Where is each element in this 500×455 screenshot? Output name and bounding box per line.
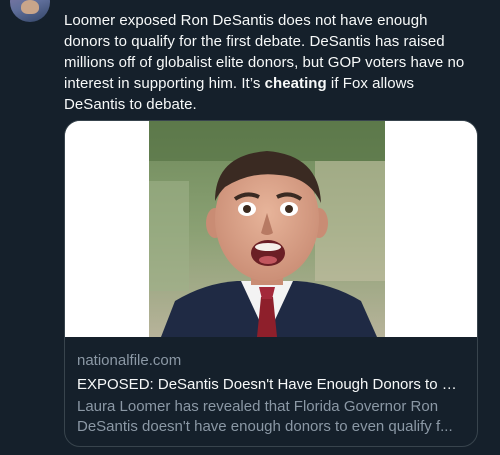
tweet-text: Loomer exposed Ron DeSantis does not hav… <box>64 10 484 115</box>
card-domain: nationalfile.com <box>77 352 182 369</box>
tweet-text-line-4-end: if Fox allows <box>326 75 415 92</box>
news-photo-image <box>65 121 477 337</box>
card-info: nationalfile.com EXPOSED: DeSantis Doesn… <box>77 351 465 437</box>
avatar-face-icon <box>21 0 39 14</box>
card-image[interactable] <box>65 121 477 337</box>
tweet-bold-word: cheating <box>264 75 327 92</box>
card-description-line-1: Laura Loomer has revealed that Florida G… <box>77 398 439 415</box>
tweet-text-line-4: interest in supporting him. It’s <box>64 75 265 92</box>
tweet-text-line-2: donors to qualify for the first debate. … <box>64 33 445 50</box>
card-description: Laura Loomer has revealed that Florida G… <box>77 397 465 437</box>
link-preview-card[interactable]: nationalfile.com EXPOSED: DeSantis Doesn… <box>64 120 478 447</box>
tweet-text-line-5: DeSantis to debate. <box>64 96 197 113</box>
card-description-line-2: DeSantis doesn't have enough donors to e… <box>77 418 453 435</box>
tweet-container: Loomer exposed Ron DeSantis does not hav… <box>0 0 500 455</box>
tweet-text-line-3: millions off of globalist elite donors, … <box>64 54 465 71</box>
card-title[interactable]: EXPOSED: DeSantis Doesn't Have Enough Do… <box>77 375 465 395</box>
avatar[interactable] <box>10 0 50 22</box>
tweet-text-line-1: Loomer exposed Ron DeSantis does not hav… <box>64 12 428 29</box>
